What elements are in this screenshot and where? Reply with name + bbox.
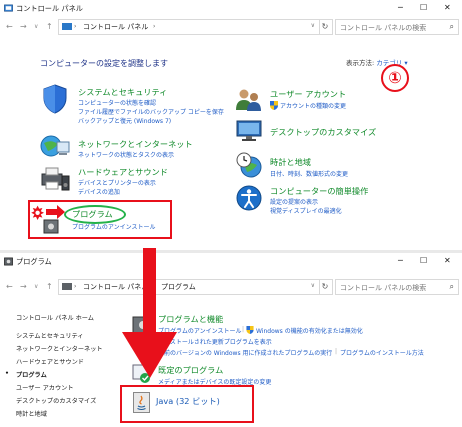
chevron-down-icon[interactable]: ∨ bbox=[311, 22, 315, 29]
sidebar-item-system-security[interactable]: システムとセキュリティ bbox=[16, 331, 84, 340]
shield-icon bbox=[43, 84, 67, 114]
category-title[interactable]: デスクトップのカスタマイズ bbox=[270, 126, 376, 138]
refresh-button[interactable]: ↻ bbox=[318, 279, 333, 295]
back-button[interactable]: ← bbox=[6, 282, 13, 291]
uac-shield-icon bbox=[270, 101, 278, 110]
ease-of-access-icon bbox=[236, 185, 262, 211]
section-link[interactable]: 以前のバージョンの Windows 用に作成されたプログラムの実行 bbox=[158, 348, 332, 357]
close-button[interactable]: ✕ bbox=[444, 256, 451, 265]
control-panel-window: コントロール パネル ─ ☐ ✕ ← → ∨ ↑ › コントロール パネル › … bbox=[0, 0, 462, 250]
chevron-right-icon: › bbox=[74, 283, 77, 290]
minimize-button[interactable]: ─ bbox=[398, 3, 403, 12]
sidebar-item-desktop[interactable]: デスクトップのカスタマイズ bbox=[16, 396, 96, 405]
control-panel-icon bbox=[62, 23, 72, 30]
maximize-button[interactable]: ☐ bbox=[420, 256, 427, 265]
category-link[interactable]: バックアップと復元 (Windows 7) bbox=[78, 116, 171, 125]
programs-icon bbox=[4, 257, 13, 266]
sidebar-item-home[interactable]: コントロール パネル ホーム bbox=[16, 313, 94, 322]
search-icon: ⌕ bbox=[449, 282, 454, 291]
category-title[interactable]: プログラム bbox=[72, 208, 113, 220]
desktop-customization-icon bbox=[236, 120, 262, 141]
network-globe-icon bbox=[40, 135, 70, 157]
clock-globe-icon bbox=[236, 152, 262, 178]
category-link[interactable]: コンピューターの状態を確認 bbox=[78, 98, 156, 107]
category-link[interactable]: 視覚ディスプレイの最適化 bbox=[270, 206, 342, 215]
chevron-right-icon: › bbox=[153, 23, 156, 30]
step-number-annotation: ① bbox=[381, 64, 409, 92]
sidebar-item-user-accounts[interactable]: ユーザー アカウント bbox=[16, 383, 74, 392]
window-title: プログラム bbox=[16, 257, 52, 266]
category-link[interactable]: デバイスの追加 bbox=[78, 187, 120, 196]
recent-dropdown[interactable]: ∨ bbox=[34, 23, 38, 30]
users-icon bbox=[236, 89, 261, 111]
back-button[interactable]: ← bbox=[6, 22, 13, 31]
search-input[interactable]: コントロール パネルの検索 ⌕ bbox=[335, 279, 459, 295]
sidebar-item-clock[interactable]: 時計と地域 bbox=[16, 409, 47, 418]
view-by-label: 表示方法: bbox=[346, 59, 375, 67]
category-title[interactable]: システムとセキュリティ bbox=[78, 86, 167, 98]
category-link[interactable]: プログラムのアンインストール bbox=[72, 222, 155, 231]
forward-button[interactable]: → bbox=[20, 282, 27, 291]
sidebar-item-network[interactable]: ネットワークとインターネット bbox=[16, 344, 103, 353]
window-controls: ─ ☐ ✕ bbox=[392, 0, 462, 17]
programs-window: プログラム ─ ☐ ✕ ← → ∨ ↑ › コントロール パネル › プログラム… bbox=[0, 253, 462, 427]
up-button[interactable]: ↑ bbox=[46, 282, 53, 291]
search-placeholder: コントロール パネルの検索 bbox=[340, 284, 427, 292]
address-bar[interactable]: › コントロール パネル › ∨ bbox=[58, 19, 320, 35]
up-button[interactable]: ↑ bbox=[46, 22, 53, 31]
category-link[interactable]: 日付、時刻、数値形式の変更 bbox=[270, 169, 348, 178]
category-title[interactable]: コンピューターの簡単操作 bbox=[270, 185, 368, 197]
category-title[interactable]: ユーザー アカウント bbox=[270, 88, 346, 100]
link-separator: | bbox=[242, 326, 245, 333]
category-link[interactable]: ネットワークの状態とタスクの表示 bbox=[78, 150, 174, 159]
title-bar: コントロール パネル ─ ☐ ✕ bbox=[0, 0, 462, 17]
java-program-item[interactable]: Java (32 ビット) bbox=[156, 395, 220, 407]
navigation-bar: ← → ∨ ↑ › コントロール パネル › プログラム ∨ ↻ コントロール … bbox=[0, 277, 462, 297]
minimize-button[interactable]: ─ bbox=[398, 256, 403, 265]
close-button[interactable]: ✕ bbox=[444, 3, 451, 12]
programs-icon bbox=[62, 283, 72, 290]
window-controls: ─ ☐ ✕ bbox=[392, 253, 462, 270]
category-link[interactable]: ファイル履歴でファイルのバックアップ コピーを保存 bbox=[78, 107, 224, 116]
category-title[interactable]: ハードウェアとサウンド bbox=[78, 166, 168, 178]
search-placeholder: コントロール パネルの検索 bbox=[340, 24, 427, 32]
control-panel-icon bbox=[4, 4, 13, 12]
printer-speaker-icon bbox=[41, 167, 70, 191]
title-bar: プログラム ─ ☐ ✕ bbox=[0, 253, 462, 270]
sidebar-current-bullet: • bbox=[5, 370, 9, 377]
click-arrow-icon bbox=[31, 205, 65, 234]
refresh-button[interactable]: ↻ bbox=[318, 19, 333, 35]
category-title[interactable]: ネットワークとインターネット bbox=[78, 138, 193, 150]
section-link[interactable]: プログラムのインストール方法 bbox=[340, 348, 424, 357]
page-heading: コンピューターの設定を調整します bbox=[40, 59, 168, 68]
uac-shield-icon bbox=[246, 326, 254, 334]
maximize-button[interactable]: ☐ bbox=[420, 3, 427, 12]
down-arrow-annotation bbox=[122, 248, 177, 378]
address-text: コントロール パネル bbox=[83, 23, 149, 31]
search-input[interactable]: コントロール パネルの検索 ⌕ bbox=[335, 19, 459, 35]
sidebar-item-programs[interactable]: プログラム bbox=[16, 370, 47, 379]
chevron-down-icon[interactable]: ∨ bbox=[311, 282, 315, 289]
search-icon: ⌕ bbox=[449, 22, 454, 31]
category-link[interactable]: 設定の提案の表示 bbox=[270, 197, 318, 206]
link-separator: | bbox=[335, 348, 338, 355]
recent-dropdown[interactable]: ∨ bbox=[34, 283, 38, 290]
category-link[interactable]: デバイスとプリンターの表示 bbox=[78, 178, 156, 187]
category-title[interactable]: 時計と地域 bbox=[270, 156, 311, 168]
address-bar[interactable]: › コントロール パネル › プログラム ∨ bbox=[58, 279, 320, 295]
chevron-down-icon[interactable]: ▾ bbox=[404, 59, 407, 67]
window-title: コントロール パネル bbox=[16, 4, 83, 13]
chevron-right-icon: › bbox=[74, 23, 77, 30]
section-link[interactable]: Windows の機能の有効化または無効化 bbox=[256, 326, 363, 335]
sidebar-item-hardware[interactable]: ハードウェアとサウンド bbox=[16, 357, 84, 366]
forward-button[interactable]: → bbox=[20, 22, 27, 31]
category-link[interactable]: アカウントの種類の変更 bbox=[280, 101, 346, 110]
java-icon bbox=[133, 392, 150, 413]
navigation-bar: ← → ∨ ↑ › コントロール パネル › ∨ ↻ コントロール パネルの検索… bbox=[0, 17, 462, 37]
